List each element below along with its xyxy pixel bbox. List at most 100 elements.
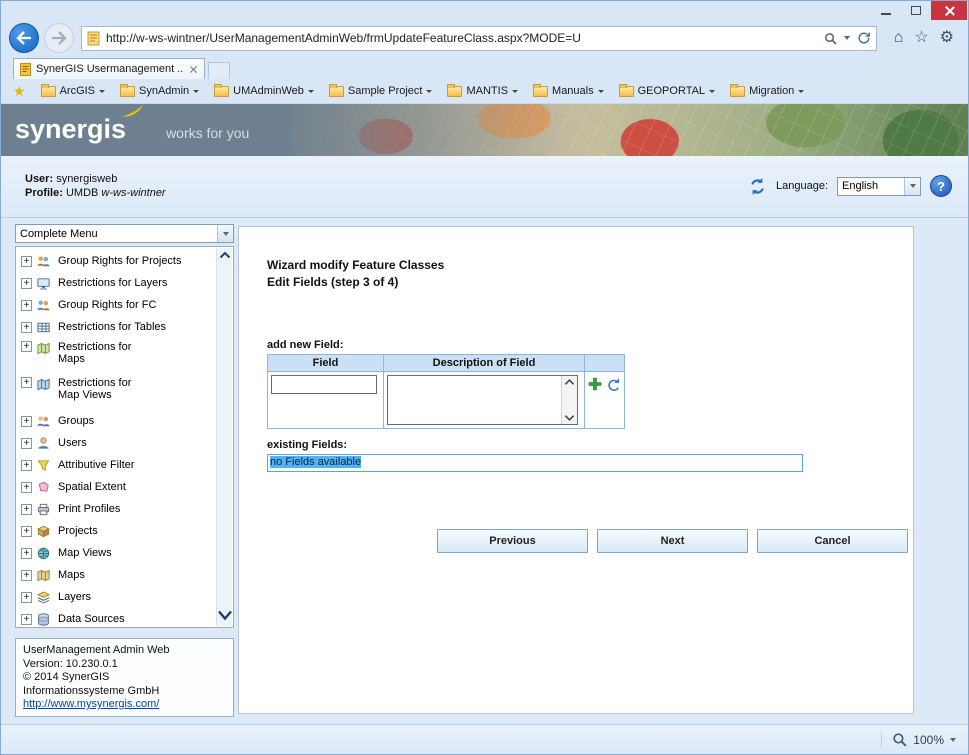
tree-item-restrictions-layers: + Restrictions for Layers [17,272,215,294]
tree-item-restrictions-tables: + Restrictions for Tables [17,316,215,338]
filter-icon [36,458,54,473]
group-rights-fc-icon [36,298,54,313]
expand-icon[interactable]: + [21,459,32,471]
existing-fields-listbox[interactable]: no Fields available [267,454,803,472]
tree-item-projects: + Projects [17,520,215,542]
new-tab-button[interactable] [208,62,230,79]
forward-button[interactable] [44,23,74,53]
expand-icon[interactable]: + [21,569,32,581]
textarea-scrollbar[interactable] [561,376,577,424]
profile-host: w-ws-wintner [101,187,166,199]
refresh-language-icon[interactable] [748,177,767,196]
undo-icon[interactable] [606,377,621,392]
cancel-button[interactable]: Cancel [757,529,908,553]
refresh-icon[interactable] [857,31,871,45]
tree-item-attributive-filter: + Attributive Filter [17,454,215,476]
maximize-icon [911,6,921,15]
tab-title: SynerGIS Usermanagement ... [36,63,184,75]
field-description-textarea[interactable] [388,376,561,424]
title-bar [1,1,968,21]
previous-button[interactable]: Previous [437,529,588,553]
expand-icon[interactable]: + [21,415,32,427]
wizard-title: Wizard modify Feature Classes [267,258,445,272]
search-dropdown-caret[interactable] [843,36,850,40]
back-button[interactable] [9,23,39,53]
chevron-down-icon [307,89,314,93]
expand-icon[interactable]: + [21,503,32,515]
scroll-up-icon[interactable] [219,251,231,259]
select-arrow-button[interactable] [217,225,233,242]
tab-synergis-usermanagement[interactable]: SynerGIS Usermanagement ... [13,58,205,79]
chevron-down-icon [99,89,106,93]
minimize-button[interactable] [871,1,901,20]
close-button[interactable] [931,1,967,20]
expand-icon[interactable]: + [21,547,32,559]
search-icon[interactable] [824,32,837,45]
expand-icon[interactable]: + [21,437,32,449]
footer-link[interactable]: http://www.mysynergis.com/ [23,698,159,710]
profile-label: Profile: [25,187,63,199]
close-icon [944,6,954,16]
expand-icon[interactable]: + [21,377,32,388]
chevron-down-icon [512,89,519,93]
tab-close-icon[interactable] [189,65,198,74]
tab-bar: SynerGIS Usermanagement ... [1,57,968,79]
tree-item-users: + Users [17,432,215,454]
tree-item-spatial-extent: + Spatial Extent [17,476,215,498]
expand-icon[interactable]: + [21,481,32,493]
forward-arrow-icon [52,31,67,45]
layers-icon [36,590,54,605]
favorite-synadmin[interactable]: SynAdmin [120,83,200,97]
expand-icon[interactable]: + [21,255,32,267]
spatial-extent-icon [36,480,54,495]
scroll-up-icon[interactable] [564,378,575,386]
expand-icon[interactable]: + [21,321,32,333]
next-button[interactable]: Next [597,529,748,553]
favorite-mantis[interactable]: MANTIS [447,83,519,97]
maximize-button[interactable] [901,1,931,20]
tree-scrollbar[interactable] [216,248,232,626]
tree-item-layers: + Layers [17,586,215,608]
favorite-manuals[interactable]: Manuals [533,83,604,97]
expand-icon[interactable]: + [21,277,32,289]
chevron-down-icon [222,231,229,236]
scroll-down-icon[interactable] [217,609,233,622]
favorites-star-icon[interactable]: ★ [13,84,26,98]
expand-icon[interactable]: + [21,341,32,352]
favorite-sample-project[interactable]: Sample Project [328,83,433,97]
footer-app-name: UserManagement Admin Web [23,644,170,656]
zoom-control[interactable]: 100% [881,725,956,754]
user-label: User: [25,173,54,185]
zoom-dropdown-caret[interactable] [950,737,956,742]
folder-icon [120,83,136,97]
favorite-geoportal[interactable]: GEOPORTAL [618,83,716,97]
favorite-arcgis[interactable]: ArcGIS [40,83,106,97]
folder-icon [618,83,634,97]
tree-item-restrictions-maps: + Restrictions for Maps [17,338,215,374]
favorite-umadminweb[interactable]: UMAdminWeb [214,83,314,97]
expand-icon[interactable]: + [21,591,32,603]
settings-gear-icon[interactable]: ⚙ [940,30,954,46]
groups-icon [36,414,54,429]
address-bar[interactable]: http://w-ws-wintner/UserManagementAdminW… [81,25,877,51]
select-arrow-button[interactable] [904,177,920,195]
language-select[interactable]: English [837,176,921,196]
home-icon[interactable]: ⌂ [894,30,904,46]
wizard-step: Edit Fields (step 3 of 4) [267,275,399,289]
tab-favicon [20,62,31,76]
favorites-icon[interactable]: ☆ [914,30,928,46]
scroll-down-icon[interactable] [564,414,575,422]
add-field-icon[interactable] [588,377,602,391]
restrictions-maps-icon [36,341,54,356]
favorite-migration[interactable]: Migration [730,83,805,97]
help-button[interactable]: ? [930,175,952,197]
field-name-input[interactable] [271,375,377,394]
menu-select[interactable]: Complete Menu [15,224,234,243]
projects-icon [36,524,54,539]
expand-icon[interactable]: + [21,525,32,537]
back-arrow-icon [16,31,31,45]
tree-item-maps: + Maps [17,564,215,586]
chevron-down-icon [597,89,604,93]
expand-icon[interactable]: + [21,299,32,311]
expand-icon[interactable]: + [21,613,32,625]
